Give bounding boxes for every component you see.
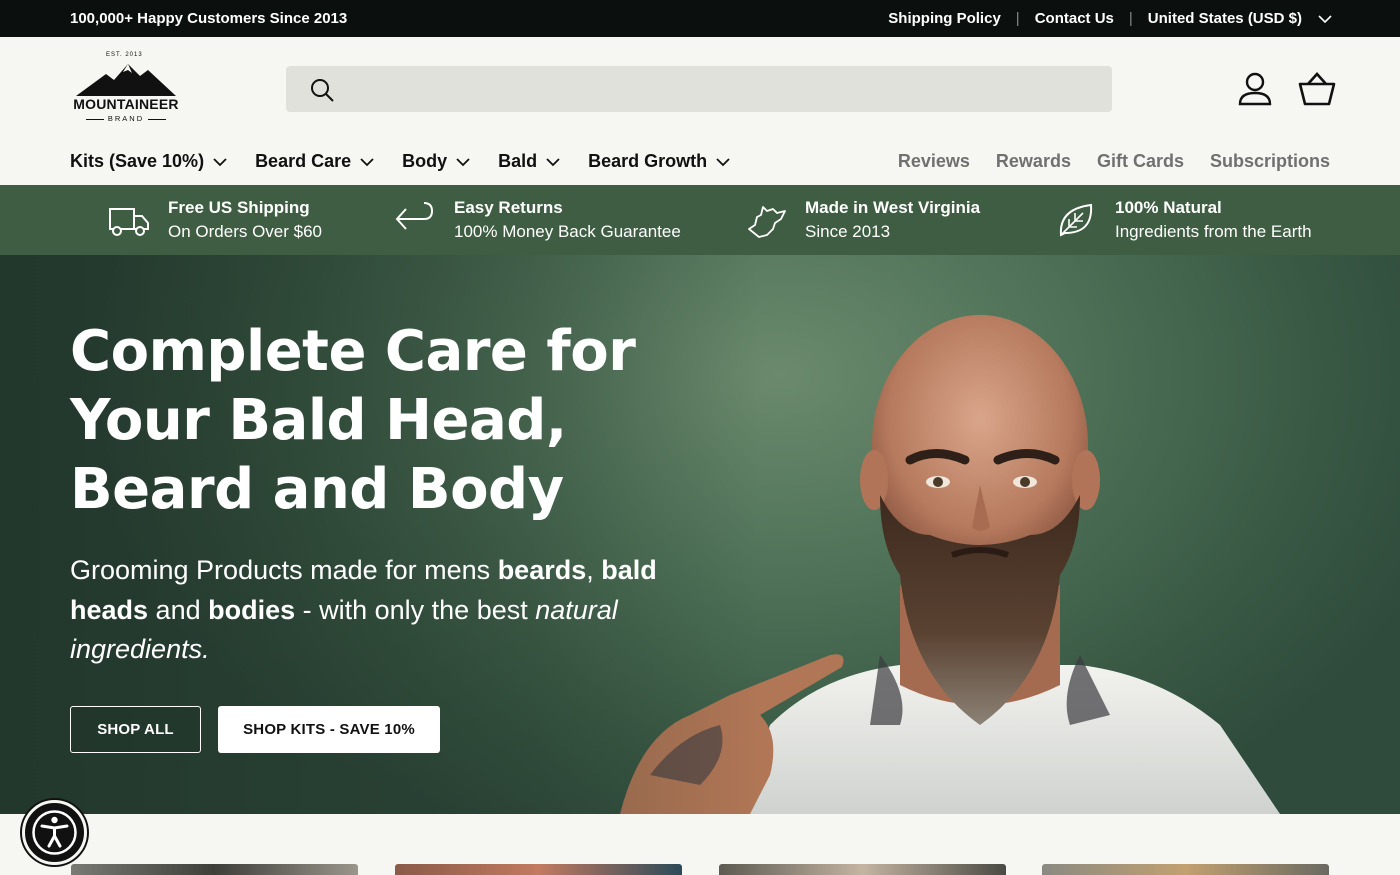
chevron-down-icon <box>716 157 730 166</box>
hero-subtext: Grooming Products made for mens beards, … <box>70 551 670 670</box>
shipping-policy-link[interactable]: Shipping Policy <box>886 10 1003 27</box>
logo-wordmark: MOUNTAINEER <box>73 96 179 112</box>
trust-item-shipping: Free US Shipping On Orders Over $60 <box>108 197 322 245</box>
nav-item-reviews[interactable]: Reviews <box>898 151 970 172</box>
trust-title: Free US Shipping <box>168 198 310 217</box>
trust-subtitle: Since 2013 <box>805 222 891 241</box>
nav-label: Beard Care <box>255 151 352 171</box>
sub-text: Grooming Products made for mens <box>70 555 498 585</box>
nav-label: Bald <box>498 151 538 171</box>
logo-subtext: BRAND <box>70 114 182 123</box>
announcement-bar: 100,000+ Happy Customers Since 2013 Ship… <box>0 0 1400 37</box>
product-card[interactable] <box>71 864 358 875</box>
secondary-nav: Reviews Rewards Gift Cards Subscriptions <box>872 151 1330 172</box>
divider: | <box>1128 10 1133 27</box>
trust-bar: Free US Shipping On Orders Over $60 Easy … <box>0 185 1400 255</box>
nav-label: Beard Growth <box>588 151 708 171</box>
nav-item-beard-care[interactable]: Beard Care <box>255 151 374 172</box>
account-icon[interactable] <box>1238 72 1272 106</box>
sub-bold: beards <box>497 555 587 585</box>
chevron-down-icon <box>360 157 374 166</box>
leaf-icon <box>1059 203 1093 237</box>
hero-banner: Complete Care for Your Bald Head, Beard … <box>0 255 1400 814</box>
trust-item-returns: Easy Returns 100% Money Back Guarantee <box>394 197 681 245</box>
logo-est-text: EST. 2013 <box>106 52 143 58</box>
currency-selector[interactable]: United States (USD $) <box>1146 10 1304 27</box>
mountain-logo-icon <box>76 64 176 96</box>
search-icon[interactable] <box>310 78 334 102</box>
product-card[interactable] <box>395 864 682 875</box>
product-card[interactable] <box>1042 864 1329 875</box>
basket-icon[interactable] <box>1298 72 1336 106</box>
utility-links: Shipping Policy | Contact Us | United St… <box>886 10 1332 27</box>
nav-item-beard-growth[interactable]: Beard Growth <box>588 151 730 172</box>
nav-item-rewards[interactable]: Rewards <box>996 151 1071 172</box>
nav-label: Body <box>402 151 448 171</box>
announcement-text: 100,000+ Happy Customers Since 2013 <box>70 10 348 27</box>
nav-label: Kits (Save 10%) <box>70 151 205 171</box>
contact-us-link[interactable]: Contact Us <box>1033 10 1116 27</box>
chevron-down-icon <box>213 157 227 166</box>
nav-item-bald[interactable]: Bald <box>498 151 560 172</box>
nav-item-kits[interactable]: Kits (Save 10%) <box>70 151 227 172</box>
truck-icon <box>109 208 149 236</box>
trust-item-west-virginia: Made in West Virginia Since 2013 <box>745 197 980 245</box>
hero-heading: Complete Care for Your Bald Head, Beard … <box>70 319 636 522</box>
nav-item-gift-cards[interactable]: Gift Cards <box>1097 151 1184 172</box>
trust-subtitle: 100% Money Back Guarantee <box>454 222 681 241</box>
return-arrow-icon <box>395 202 434 230</box>
chevron-down-icon <box>546 157 560 166</box>
sub-bold: bodies <box>208 594 296 625</box>
chevron-down-icon[interactable] <box>1318 12 1332 26</box>
search-bar[interactable] <box>286 66 1112 112</box>
sub-text: and <box>148 594 209 625</box>
west-virginia-icon <box>748 206 786 238</box>
trust-title: Made in West Virginia <box>805 198 981 217</box>
nav-item-subscriptions[interactable]: Subscriptions <box>1210 151 1330 172</box>
brand-logo[interactable]: EST. 2013 MOUNTAINEER BRAND <box>70 52 182 124</box>
sub-text: - with only the best <box>295 594 536 625</box>
nav-item-body[interactable]: Body <box>402 151 470 172</box>
trust-subtitle: On Orders Over $60 <box>168 222 323 241</box>
main-nav: Kits (Save 10%) Beard Care Body Bald Bea… <box>70 151 758 172</box>
search-input[interactable] <box>346 74 1086 104</box>
divider: | <box>1015 10 1020 27</box>
shop-kits-button[interactable]: SHOP KITS - SAVE 10% <box>218 706 440 753</box>
chevron-down-icon <box>456 157 470 166</box>
trust-title: 100% Natural <box>1115 198 1222 217</box>
trust-item-natural: 100% Natural Ingredients from the Earth <box>1055 197 1312 245</box>
trust-title: Easy Returns <box>454 198 563 217</box>
accessibility-button[interactable] <box>22 800 87 865</box>
accessibility-icon <box>32 810 77 855</box>
trust-subtitle: Ingredients from the Earth <box>1115 222 1312 241</box>
sub-text: , <box>586 555 602 585</box>
shop-all-button[interactable]: SHOP ALL <box>70 706 201 753</box>
product-card[interactable] <box>719 864 1006 875</box>
